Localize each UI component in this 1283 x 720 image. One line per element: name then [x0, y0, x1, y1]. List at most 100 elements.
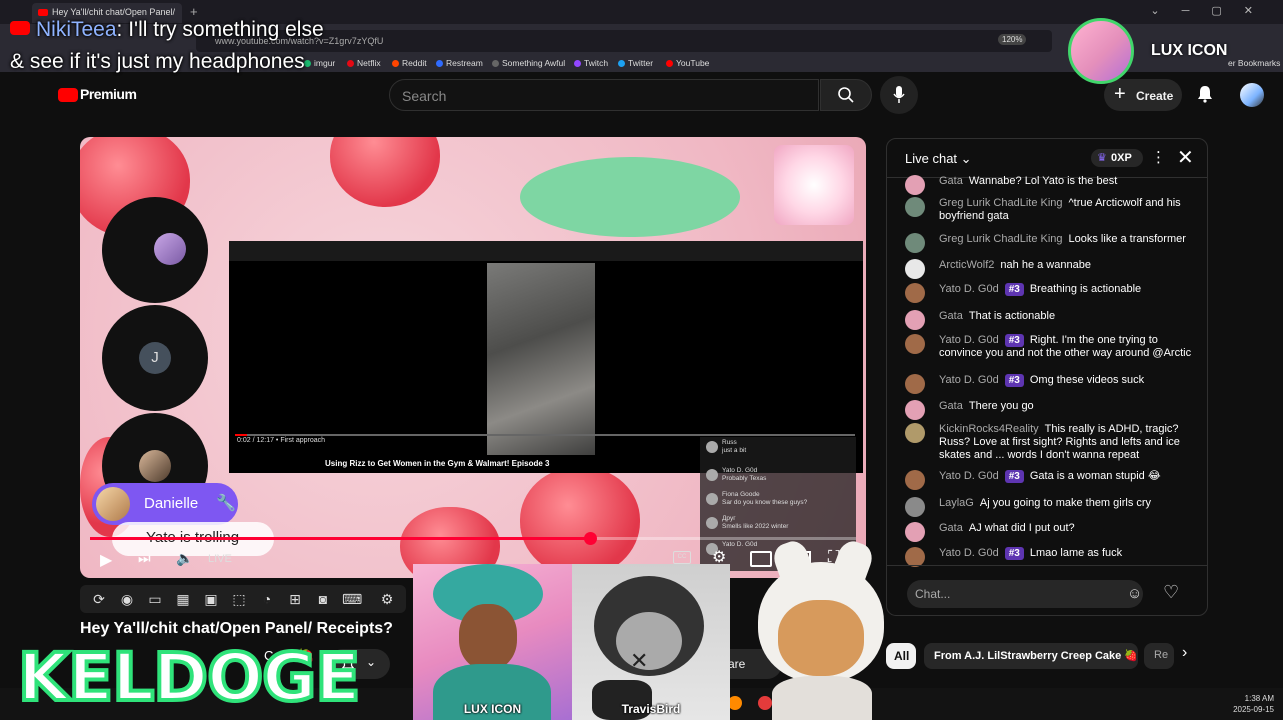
window-controls[interactable]: ⌄─▢✕ [1150, 4, 1275, 17]
more-options-icon[interactable]: ⋮ [1151, 148, 1166, 166]
voice-search-button[interactable] [880, 76, 918, 114]
chat-author-avatar[interactable] [905, 522, 925, 542]
bookmark-twitch[interactable]: Twitch [574, 58, 608, 68]
bookmark-twitter[interactable]: Twitter [618, 58, 653, 68]
chat-author-name[interactable]: Gata [939, 310, 963, 322]
broadcast-icon[interactable]: ◉ [118, 590, 136, 608]
screenshare-time: 0:02 / 12:17 • First approach [237, 437, 326, 444]
chat-author-avatar[interactable] [905, 374, 925, 394]
member-badge: #3 [1004, 374, 1024, 387]
twitch-icon [574, 60, 581, 67]
chip-from-channel[interactable]: From A.J. LilStrawberry Creep Cake 🍓 [924, 643, 1138, 669]
chat-input[interactable]: Chat... [907, 580, 1143, 608]
stream-chat-overlay: NikiTeea: I'll try something else & see … [10, 18, 324, 73]
chat-message-body: ArcticWolf2 nah he a wannabe [939, 259, 1195, 272]
mini-chat-text: Smells like 2022 winter [722, 523, 789, 530]
chat-message-body: Yato D. G0d #3 Breathing is actionable [939, 283, 1195, 296]
restream-icon [436, 60, 443, 67]
bookmark-something-awful[interactable]: Something Awful [492, 58, 565, 68]
emoji-icon[interactable]: ☺ [1127, 585, 1142, 602]
chat-author-name[interactable]: Gata [939, 175, 963, 187]
chat-input-placeholder: Chat... [915, 587, 951, 601]
overlay-nick: NikiTeea [36, 18, 117, 41]
chat-author-name[interactable]: Gata [939, 400, 963, 412]
captions-button[interactable]: CC [673, 551, 691, 564]
chevron-right-icon[interactable]: › [1182, 644, 1187, 662]
chat-author-avatar[interactable] [905, 547, 925, 567]
loop-icon[interactable]: ⟳ [90, 590, 108, 608]
chat-author-name[interactable]: Greg Lurik ChadLite King [939, 233, 1063, 245]
chat-author-avatar[interactable] [905, 400, 925, 420]
bookmark-reddit[interactable]: Reddit [392, 58, 427, 68]
screenshare-video-title: Using Rizz to Get Women in the Gym & Wal… [325, 459, 550, 468]
chat-author-name[interactable]: Greg Lurik ChadLite King [939, 197, 1063, 209]
speed-gauge-icon[interactable]: ◔ [258, 590, 276, 608]
picture-icon[interactable]: ▣ [202, 590, 220, 608]
add-frame-icon[interactable]: ⊞ [286, 590, 304, 608]
plus-icon: + [1114, 83, 1126, 105]
taskbar-clock[interactable]: 1:38 AM 2025-09-15 [1230, 693, 1274, 715]
film-icon[interactable]: ▦ [174, 590, 192, 608]
video-player[interactable]: J 0:02 / 12:17 • First approach Using Ri… [80, 137, 866, 578]
chat-author-avatar[interactable] [905, 197, 925, 217]
chat-author-name[interactable]: KickinRocks4Reality [939, 423, 1039, 435]
xp-badge[interactable]: ♛ 0XP [1091, 149, 1143, 167]
dotted-box-icon[interactable]: ⬚ [230, 590, 248, 608]
chat-author-avatar[interactable] [905, 175, 925, 195]
chat-author-avatar[interactable] [905, 497, 925, 517]
other-bookmarks[interactable]: er Bookmarks [1228, 58, 1280, 68]
youtube-logo-icon[interactable] [58, 88, 78, 102]
video-scrubber-handle[interactable] [584, 532, 597, 545]
screenshare-progress [235, 434, 855, 436]
camera-icon[interactable]: ◙ [314, 590, 332, 608]
chat-author-avatar[interactable] [905, 233, 925, 253]
chat-message: Gata That is actionable [905, 310, 1195, 330]
live-indicator[interactable]: LIVE [208, 553, 232, 565]
keyboard-icon[interactable]: ⌨ [342, 590, 362, 608]
chat-author-avatar[interactable] [905, 310, 925, 330]
chip-more[interactable]: Re [1144, 643, 1174, 669]
chat-author-name[interactable]: Yato D. G0d [939, 283, 999, 295]
chat-message-text: Gata is a woman stupid 😂 [1029, 470, 1161, 482]
next-button[interactable]: ⏭ [138, 550, 151, 567]
chat-author-name[interactable]: Yato D. G0d [939, 470, 999, 482]
chat-author-avatar[interactable] [905, 423, 925, 443]
strawberry-decoration [330, 137, 440, 207]
play-button[interactable]: ▶ [100, 550, 112, 570]
chat-author-avatar[interactable] [905, 470, 925, 490]
my-melody-sticker [774, 145, 854, 225]
chat-author-name[interactable]: ArcticWolf2 [939, 259, 994, 271]
youtube-premium-logo[interactable]: Premium [80, 86, 137, 102]
search-input[interactable]: Search [389, 79, 819, 111]
clock-date: 2025-09-15 [1233, 705, 1274, 714]
create-button[interactable]: + Create [1104, 79, 1182, 111]
volume-icon[interactable]: 🔈 [176, 550, 193, 567]
screen-icon[interactable]: ▭ [146, 590, 164, 608]
mini-chat-avatar [706, 441, 718, 453]
chat-author-name[interactable]: LaylaG [939, 497, 974, 509]
chat-message-body: Greg Lurik ChadLite King Looks like a tra… [939, 233, 1195, 246]
live-chat-mode-dropdown[interactable]: Live chat ⌄ [905, 151, 972, 167]
video-progress-bar[interactable] [90, 532, 856, 545]
chat-author-name[interactable]: Gata [939, 522, 963, 534]
zoom-level[interactable]: 120% [998, 34, 1027, 45]
chat-author-avatar[interactable] [905, 283, 925, 303]
bookmark-restream[interactable]: Restream [436, 58, 483, 68]
search-button[interactable] [820, 79, 872, 111]
chat-author-name[interactable]: Yato D. G0d [939, 334, 999, 346]
bookmark-youtube[interactable]: YouTube [666, 58, 709, 68]
account-avatar[interactable] [1240, 83, 1264, 107]
chat-author-avatar[interactable] [905, 259, 925, 279]
heart-icon[interactable]: ♡ [1163, 582, 1179, 603]
close-icon[interactable]: ✕ [1177, 145, 1194, 170]
gear-icon[interactable]: ⚙ [378, 590, 396, 608]
chat-author-avatar[interactable] [905, 334, 925, 354]
bookmark-netflix[interactable]: Netflix [347, 58, 381, 68]
chat-author-name[interactable]: Yato D. G0d [939, 374, 999, 386]
chat-message-text: AJ what did I put out? [968, 522, 1075, 534]
chat-author-name[interactable]: Yato D. G0d [939, 547, 999, 559]
chat-message: Gata AJ what did I put out? [905, 522, 1195, 542]
firefox-taskbar-icon[interactable] [728, 696, 742, 710]
chat-message-text: Wannabe? Lol Yato is the best [968, 175, 1118, 187]
notifications-bell-icon[interactable] [1196, 85, 1214, 103]
